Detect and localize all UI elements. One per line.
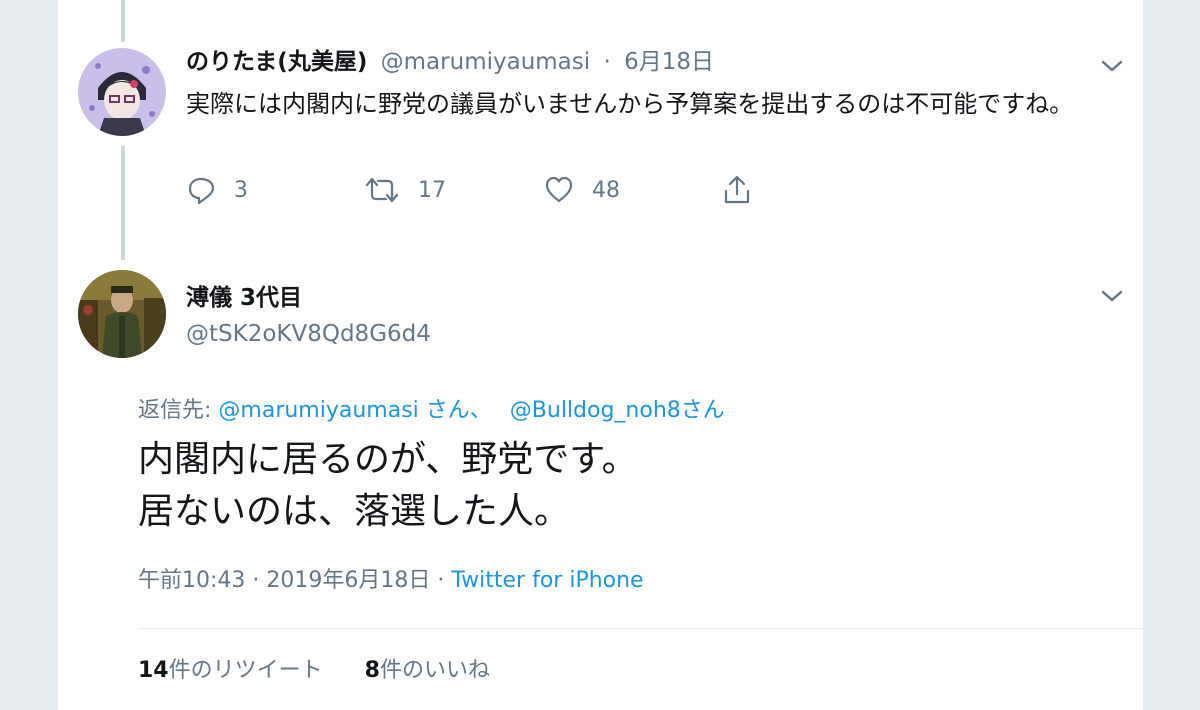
likes-stat[interactable]: 8件のいいね (365, 658, 490, 683)
tweet-source-link[interactable]: Twitter for iPhone (451, 568, 643, 593)
tweet-stats: 14件のリツイート 8件のいいね (138, 656, 490, 686)
reply-button[interactable]: 3 (186, 174, 248, 206)
reply-count: 3 (234, 177, 248, 203)
tweet-date[interactable]: 6月18日 (624, 49, 714, 75)
tweet-header: のりたま(丸美屋) @marumiyaumasi · 6月18日 (186, 48, 714, 76)
retweet-button[interactable]: 17 (364, 174, 446, 206)
tweet-text: 内閣内に居るのが、野党です。 居ないのは、落選した人。 (138, 434, 638, 538)
reply-icon (186, 175, 216, 205)
divider (138, 628, 1184, 629)
thread-line-top (121, 0, 125, 42)
retweet-icon (364, 175, 400, 205)
like-count: 48 (592, 177, 620, 203)
chevron-down-icon[interactable] (1098, 286, 1126, 306)
separator: · (430, 568, 452, 593)
avatar[interactable] (78, 270, 166, 358)
user-handle[interactable]: @tSK2oKV8Qd8G6d4 (186, 321, 431, 347)
user-handle-row: @tSK2oKV8Qd8G6d4 (186, 320, 431, 348)
tweet-text: 実際には内閣内に野党の議員がいませんから予算案を提出するのは不可能ですね。 (186, 90, 1074, 118)
tweet-text-line: 居ないのは、落選した人。 (138, 491, 571, 532)
separator: · (245, 568, 267, 593)
retweets-label: 件のリツイート (168, 658, 323, 683)
reply-to-user-link[interactable]: @Bulldog_noh8 (510, 398, 681, 423)
tweet-card: のりたま(丸美屋) @marumiyaumasi · 6月18日 実際には内閣内… (58, 0, 1184, 710)
tweet-full-date[interactable]: 2019年6月18日 (266, 568, 430, 593)
chevron-down-icon[interactable] (1098, 56, 1126, 76)
thread-line-middle (121, 146, 125, 260)
reply-to-user-link[interactable]: @marumiyaumasi (218, 398, 418, 423)
heart-icon (544, 175, 574, 205)
share-button[interactable] (722, 174, 752, 206)
display-name[interactable]: 溥儀 3代目 (186, 285, 302, 311)
retweets-count: 14 (138, 658, 169, 683)
like-button[interactable]: 48 (544, 174, 620, 206)
tweet-text-line: 内閣内に居るのが、野党です。 (138, 439, 638, 480)
likes-count: 8 (364, 658, 380, 683)
tweet-meta: 午前10:43 · 2019年6月18日 · Twitter for iPhon… (138, 566, 644, 596)
share-icon (722, 174, 752, 206)
display-name[interactable]: のりたま(丸美屋) (186, 49, 367, 75)
separator: · (603, 49, 611, 75)
avatar[interactable] (78, 48, 166, 136)
retweet-count: 17 (418, 177, 446, 203)
reply-to-suffix: さん (680, 398, 725, 423)
reply-to-prefix: 返信先: (138, 398, 219, 423)
retweets-stat[interactable]: 14件のリツイート (138, 658, 323, 683)
reply-to-line: 返信先: @marumiyaumasi さん、 @Bulldog_noh8さん (138, 396, 725, 426)
reply-to-suffix: さん、 (418, 398, 492, 423)
user-handle[interactable]: @marumiyaumasi (381, 49, 590, 75)
likes-label: 件のいいね (379, 658, 490, 683)
tweet-time[interactable]: 午前10:43 (138, 568, 245, 593)
tweet-header: 溥儀 3代目 (186, 284, 302, 312)
